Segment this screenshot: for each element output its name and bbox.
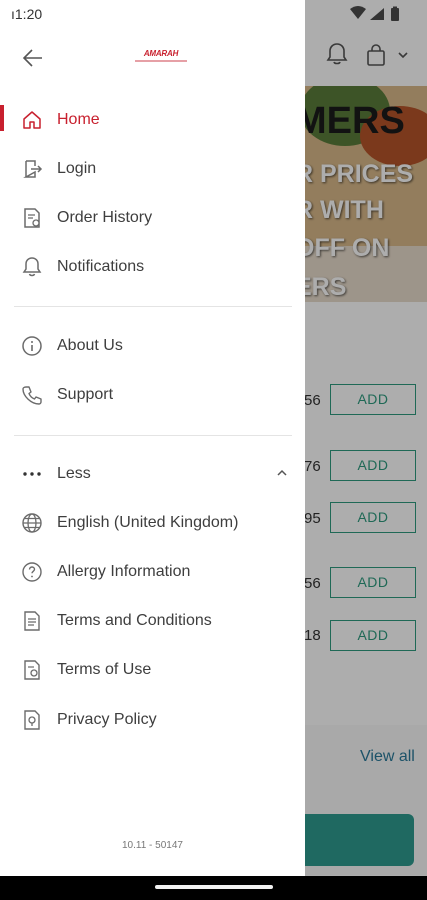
phone-icon: [21, 384, 43, 406]
receipt-icon: [21, 207, 43, 229]
document-icon: [21, 610, 43, 632]
status-icons: [346, 5, 421, 23]
brand-logo: AMARAH: [143, 49, 179, 58]
home-gesture-bar[interactable]: [155, 885, 273, 889]
nav-item-privacy-policy[interactable]: Privacy Policy: [0, 700, 305, 740]
more-dots-icon: [21, 463, 43, 485]
nav-item-label: Support: [57, 386, 114, 403]
nav-item-label: About Us: [57, 337, 123, 354]
signal-icon: [370, 8, 384, 20]
navigation-drawer: AMARAH Home Login Order History Notifica…: [0, 0, 305, 876]
nav-item-language[interactable]: English (United Kingdom): [0, 503, 305, 543]
question-icon: [21, 561, 43, 583]
status-bar: ı1:20: [0, 0, 427, 26]
nav-item-label: Login: [57, 160, 97, 177]
nav-item-about-us[interactable]: About Us: [0, 326, 305, 366]
active-indicator: [0, 105, 4, 131]
info-icon: [21, 335, 43, 357]
home-icon: [21, 109, 43, 131]
status-time: ı1:20: [11, 6, 43, 22]
nav-item-login[interactable]: Login: [0, 149, 305, 189]
nav-item-label: English (United Kingdom): [57, 514, 239, 531]
nav-item-support[interactable]: Support: [0, 375, 305, 415]
nav-item-label: Privacy Policy: [57, 711, 157, 728]
nav-item-label: Allergy Information: [57, 563, 191, 580]
app-version: 10.11 - 50147: [122, 840, 183, 851]
chevron-up-icon: [276, 468, 288, 478]
nav-item-allergy-information[interactable]: Allergy Information: [0, 552, 305, 592]
divider: [14, 435, 292, 436]
login-icon: [21, 158, 43, 180]
battery-icon: [391, 8, 399, 21]
nav-item-label: Terms of Use: [57, 661, 152, 678]
nav-item-order-history[interactable]: Order History: [0, 198, 305, 238]
back-arrow-icon[interactable]: [20, 45, 46, 71]
logo-tagline-mark: [135, 60, 187, 62]
nav-item-notifications[interactable]: Notifications: [0, 247, 305, 287]
privacy-icon: [21, 709, 43, 731]
nav-item-label: Order History: [57, 209, 153, 226]
more-toggle[interactable]: Less: [0, 454, 305, 494]
document-settings-icon: [21, 659, 43, 681]
globe-icon: [21, 512, 43, 534]
nav-item-label: Terms and Conditions: [57, 612, 212, 629]
nav-item-terms-of-use[interactable]: Terms of Use: [0, 650, 305, 690]
nav-item-label: Home: [57, 111, 100, 128]
divider: [14, 306, 292, 307]
nav-item-home[interactable]: Home: [0, 100, 305, 140]
nav-item-label: Notifications: [57, 258, 145, 275]
bell-icon: [21, 256, 43, 278]
more-toggle-label: Less: [57, 465, 91, 482]
wifi-icon: [350, 6, 366, 19]
nav-item-terms-and-conditions[interactable]: Terms and Conditions: [0, 601, 305, 641]
